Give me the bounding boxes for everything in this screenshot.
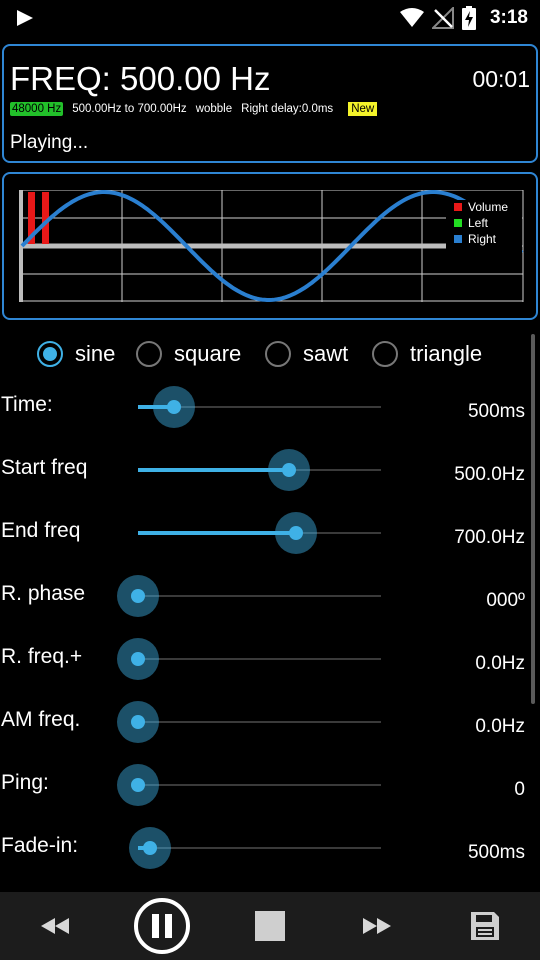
am-freq-slider[interactable] (117, 701, 381, 743)
slider-label: Fade-in: (1, 834, 79, 857)
slider-label: Time: (1, 393, 53, 416)
info-panel: FREQ: 500.00 Hz 00:01 48000 Hz 500.00Hz … (2, 44, 538, 163)
r-phase-slider[interactable] (117, 575, 381, 617)
ping-slider[interactable] (117, 764, 381, 806)
slider-thumb[interactable] (117, 764, 159, 806)
slider-value: 0 (514, 779, 525, 800)
save-button[interactable] (460, 892, 510, 960)
radio-label: triangle (410, 341, 483, 366)
slider-value: 0.0Hz (475, 716, 525, 737)
radio-label: square (174, 341, 242, 366)
slider-label: R. freq.+ (1, 645, 83, 668)
radio-circle[interactable] (37, 341, 63, 367)
fast-forward-button[interactable] (352, 892, 402, 960)
slider-row-ping: Ping: 0 (0, 764, 530, 834)
end-freq-slider[interactable] (138, 512, 381, 554)
stop-button[interactable] (245, 892, 295, 960)
slider-value: 500.0Hz (454, 464, 525, 485)
slider-label: End freq (1, 519, 81, 542)
slider-row-time: Time: 500ms (0, 386, 530, 456)
waveform-graph-panel: Volume Left Right (2, 172, 538, 320)
pause-icon (134, 898, 190, 954)
radio-square[interactable]: square (136, 334, 241, 374)
slider-row-am-freq: AM freq. 0.0Hz (0, 701, 530, 771)
slider-value: 500ms (467, 401, 525, 422)
radio-label: sine (75, 341, 116, 366)
r-freq-plus-slider[interactable] (117, 638, 381, 680)
mode-label: wobble (195, 103, 233, 115)
radio-sine[interactable]: sine (37, 334, 115, 374)
save-icon (471, 912, 499, 940)
slider-label: Ping: (1, 771, 49, 794)
stop-icon (255, 911, 285, 941)
radio-label: sawt (303, 341, 349, 366)
radio-circle[interactable] (265, 341, 291, 367)
slider-row-start-freq: Start freq 500.0Hz (0, 449, 530, 519)
radio-sawt[interactable]: sawt (265, 334, 348, 374)
waveform-selector: sine square sawt triangle (0, 334, 530, 374)
transport-bar (0, 892, 540, 960)
pause-button[interactable] (132, 892, 192, 960)
status-bar: 3:18 (0, 0, 540, 36)
slider-value: 500ms (467, 842, 525, 863)
slider-label: Start freq (1, 456, 88, 479)
slider-value: 700.0Hz (454, 527, 525, 548)
slider-thumb[interactable] (129, 827, 172, 869)
time-slider[interactable] (138, 386, 381, 428)
scrollbar[interactable] (531, 334, 535, 704)
fast-forward-icon (363, 918, 391, 934)
slider-label: AM freq. (1, 708, 81, 731)
slider-thumb[interactable] (117, 638, 159, 680)
slider-thumb[interactable] (153, 386, 196, 428)
legend-right-swatch (454, 235, 462, 243)
legend-left: Left (468, 216, 489, 230)
slider-label: R. phase (1, 582, 86, 605)
slider-row-fade-in: Fade-in: 500ms (0, 827, 530, 897)
clock: 3:18 (489, 7, 528, 28)
play-status: Playing... (10, 132, 89, 153)
slider-row-r-freq-plus: R. freq.+ 0.0Hz (0, 638, 530, 708)
radio-circle[interactable] (372, 341, 398, 367)
rewind-icon (41, 918, 69, 934)
slider-thumb[interactable] (274, 512, 317, 554)
waveform-graph: Volume Left Right (19, 190, 524, 302)
elapsed-time: 00:01 (472, 66, 530, 92)
fade-in-slider[interactable] (129, 827, 381, 869)
frequency-range: 500.00Hz to 700.00Hz (72, 103, 187, 115)
frequency-title: FREQ: 500.00 Hz (10, 60, 271, 97)
legend-volume-swatch (454, 203, 462, 211)
wifi-icon (399, 8, 424, 27)
sample-rate-badge: 48000 Hz (10, 102, 64, 116)
legend-left-swatch (454, 219, 462, 227)
legend-volume: Volume (468, 200, 508, 214)
rewind-button[interactable] (30, 892, 80, 960)
battery-charging-icon (461, 6, 476, 30)
radio-circle[interactable] (136, 341, 162, 367)
slider-thumb[interactable] (117, 701, 159, 743)
graph-legend: Volume Left Right (446, 200, 522, 256)
new-badge: New (348, 102, 378, 116)
legend-right: Right (468, 232, 497, 246)
slider-thumb[interactable] (117, 575, 159, 617)
slider-value: 000º (486, 590, 525, 611)
info-details: 48000 Hz 500.00Hz to 700.00Hz wobble Rig… (10, 102, 378, 116)
slider-value: 0.0Hz (475, 653, 525, 674)
no-signal-icon (431, 7, 454, 29)
slider-thumb[interactable] (267, 449, 310, 491)
start-freq-slider[interactable] (138, 449, 381, 491)
right-delay: Right delay:0.0ms (241, 103, 334, 115)
radio-triangle[interactable]: triangle (372, 334, 482, 374)
slider-row-end-freq: End freq 700.0Hz (0, 512, 530, 582)
play-notification-icon (17, 10, 33, 26)
slider-row-r-phase: R. phase 000º (0, 575, 530, 645)
